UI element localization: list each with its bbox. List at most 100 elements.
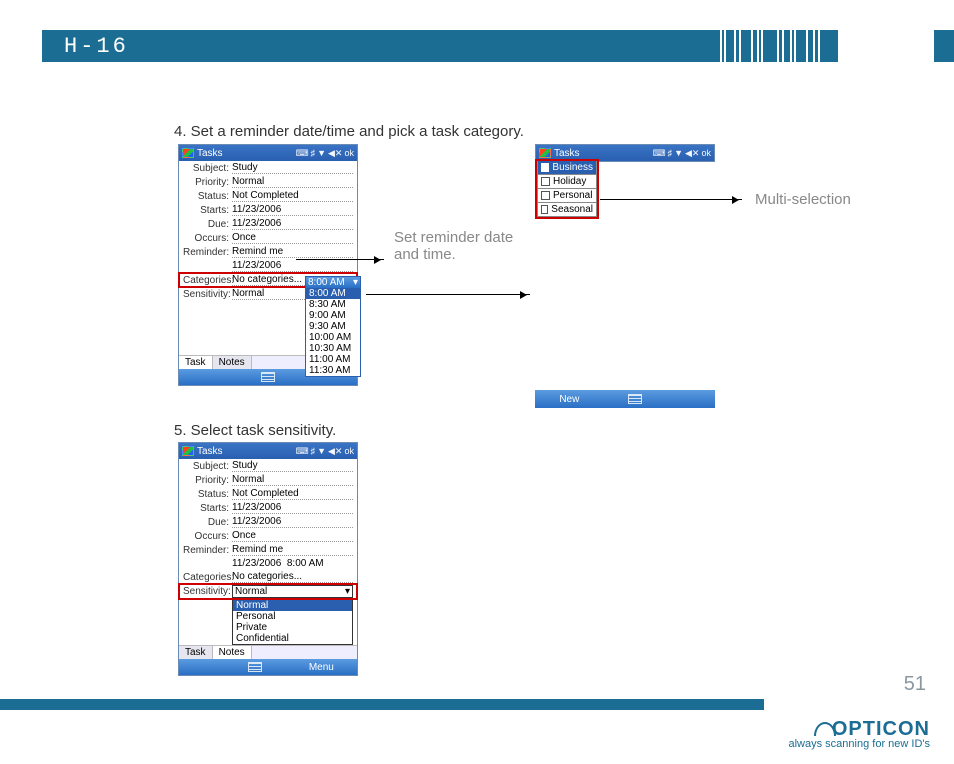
ok-button[interactable]: ok: [344, 446, 354, 457]
model-label: H-16: [64, 34, 129, 59]
status-field[interactable]: Not Completed: [232, 190, 353, 202]
sensitivity-option[interactable]: Personal: [233, 611, 352, 622]
priority-field[interactable]: Normal: [232, 474, 353, 486]
subject-field[interactable]: Study: [232, 460, 353, 472]
signal-icon: ▼: [317, 446, 326, 457]
sensitivity-option[interactable]: Private: [233, 622, 352, 633]
subject-label: Subject:: [183, 461, 229, 472]
sensitivity-option[interactable]: Confidential: [233, 633, 352, 644]
subject-field[interactable]: Study: [232, 162, 353, 174]
pda-title: Tasks: [197, 446, 223, 457]
keyboard-icon[interactable]: [261, 372, 275, 382]
volume-icon: ◀✕: [685, 148, 699, 159]
categories-label: Categories:: [183, 572, 229, 583]
reminder-field[interactable]: Remind me: [232, 246, 353, 258]
due-field[interactable]: 11/23/2006: [232, 516, 353, 528]
arrow-to-multi-annot: [600, 199, 742, 200]
category-option[interactable]: Seasonal: [537, 202, 597, 217]
pda2-bottombar-wrap: New: [535, 390, 715, 408]
category-option[interactable]: Holiday: [537, 174, 597, 189]
chevron-down-icon[interactable]: ▾: [345, 586, 350, 597]
chevron-down-icon[interactable]: ▾: [353, 277, 358, 288]
category-option[interactable]: Business: [537, 160, 597, 175]
start-flag-icon[interactable]: [182, 446, 194, 456]
tab-task[interactable]: Task: [179, 356, 213, 369]
reminder-field[interactable]: Remind me: [232, 544, 353, 556]
titlebar-icons: ⌨ ♯ ▼ ◀✕ ok: [653, 148, 711, 159]
due-label: Due:: [183, 517, 229, 528]
tab-notes[interactable]: Notes: [213, 646, 252, 659]
step4-text: 4. Set a reminder date/time and pick a t…: [174, 123, 524, 140]
time-option[interactable]: 9:30 AM: [306, 321, 360, 332]
checkbox-icon[interactable]: [541, 163, 549, 172]
pda-title: Tasks: [554, 148, 580, 159]
status-label: Status:: [183, 489, 229, 500]
step5-text: 5. Select task sensitivity.: [174, 422, 336, 439]
checkbox-icon[interactable]: [541, 205, 548, 214]
sensitivity-label: Sensitivity:: [183, 586, 229, 597]
net-icon: ♯: [311, 148, 316, 159]
pda-screen-3: Tasks ⌨ ♯ ▼ ◀✕ ok Subject:Study Priority…: [178, 442, 358, 676]
brand-tagline: always scanning for new ID's: [789, 738, 931, 750]
categories-label: Categories:: [183, 275, 229, 286]
categories-dropdown[interactable]: Business Holiday Personal Seasonal: [537, 161, 597, 217]
time-option[interactable]: 11:30 AM: [306, 365, 360, 376]
pda-bottombar: New: [535, 390, 715, 408]
multi-selection-annotation: Multi-selection: [755, 191, 851, 208]
time-option[interactable]: 10:30 AM: [306, 343, 360, 354]
signal-icon: ▼: [317, 148, 326, 159]
checkbox-icon[interactable]: [541, 191, 550, 200]
reminder-datetime-field[interactable]: 11/23/2006 8:00 AM: [232, 558, 353, 569]
start-flag-icon[interactable]: [182, 148, 194, 158]
arrow-pda1-to-pda2: [366, 294, 530, 295]
new-button[interactable]: New: [559, 394, 579, 405]
pda-titlebar: Tasks ⌨ ♯ ▼ ◀✕ ok: [536, 145, 714, 161]
time-option[interactable]: 8:00 AM: [306, 288, 360, 299]
occurs-field[interactable]: Once: [232, 232, 353, 244]
tab-task[interactable]: Task: [179, 646, 213, 659]
pda-title: Tasks: [197, 148, 223, 159]
due-field[interactable]: 11/23/2006: [232, 218, 353, 230]
titlebar-icons: ⌨ ♯ ▼ ◀✕ ok: [296, 148, 354, 159]
arrow-to-reminder-annot: [296, 259, 384, 260]
checkbox-icon[interactable]: [541, 177, 550, 186]
time-dropdown-header[interactable]: 8:00 AM ▾: [306, 277, 360, 288]
sensitivity-dropdown[interactable]: Normal Personal Private Confidential: [232, 599, 353, 645]
sensitivity-label: Sensitivity:: [183, 289, 229, 300]
menu-button[interactable]: Menu: [309, 662, 334, 673]
time-header-value: 8:00 AM: [308, 277, 345, 288]
status-field[interactable]: Not Completed: [232, 488, 353, 500]
pda-bottombar: Menu: [179, 659, 357, 675]
occurs-field[interactable]: Once: [232, 530, 353, 542]
starts-field[interactable]: 11/23/2006: [232, 204, 353, 216]
sensitivity-field[interactable]: Normal▾: [232, 585, 353, 598]
tab-notes[interactable]: Notes: [213, 356, 252, 369]
ok-button[interactable]: ok: [701, 148, 711, 159]
pda-titlebar: Tasks ⌨ ♯ ▼ ◀✕ ok: [179, 145, 357, 161]
ok-button[interactable]: ok: [344, 148, 354, 159]
keyboard-status-icon: ⌨: [296, 148, 309, 159]
starts-field[interactable]: 11/23/2006: [232, 502, 353, 514]
time-option[interactable]: 10:00 AM: [306, 332, 360, 343]
reminder-date-field[interactable]: 11/23/2006: [232, 260, 353, 272]
occurs-label: Occurs:: [183, 531, 229, 542]
categories-field[interactable]: No categories...: [232, 571, 353, 583]
priority-field[interactable]: Normal: [232, 176, 353, 188]
start-flag-icon[interactable]: [539, 148, 551, 158]
signal-icon: ▼: [674, 148, 683, 159]
pda-titlebar: Tasks ⌨ ♯ ▼ ◀✕ ok: [179, 443, 357, 459]
starts-label: Starts:: [183, 503, 229, 514]
pda-tabs: Task Notes: [179, 645, 357, 659]
keyboard-icon[interactable]: [248, 662, 262, 672]
sensitivity-option[interactable]: Normal: [233, 600, 352, 611]
time-dropdown[interactable]: 8:00 AM ▾ 8:00 AM 8:30 AM 9:00 AM 9:30 A…: [305, 276, 361, 377]
time-option[interactable]: 8:30 AM: [306, 299, 360, 310]
reminder-annotation: Set reminder date and time.: [394, 229, 534, 263]
keyboard-status-icon: ⌨: [296, 446, 309, 457]
volume-icon: ◀✕: [328, 148, 342, 159]
keyboard-icon[interactable]: [628, 394, 642, 404]
brand-block: OPTICON always scanning for new ID's: [789, 718, 931, 750]
category-option[interactable]: Personal: [537, 188, 597, 203]
time-option[interactable]: 9:00 AM: [306, 310, 360, 321]
time-option[interactable]: 11:00 AM: [306, 354, 360, 365]
